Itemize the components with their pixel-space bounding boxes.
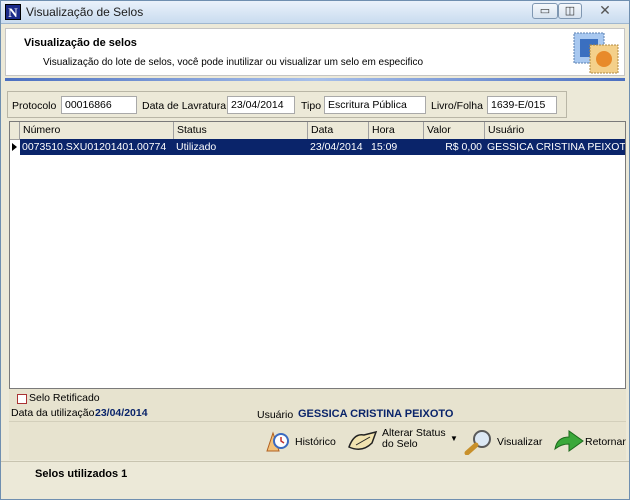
header-panel: Visualização de selos Visualização do lo… [5,28,625,76]
cell-numero[interactable]: 0073510.SXU01201401.00774 [20,139,174,155]
data-utilizacao-value: 23/04/2014 [95,407,148,419]
visualizar-button[interactable]: Visualizar [464,426,546,456]
cell-status[interactable]: Utilizado [174,139,308,155]
alterar-status-line2: do Selo [382,438,418,450]
header-subtitle: Visualização do lote de selos, você pode… [43,57,424,68]
header-separator [5,78,625,81]
selo-retificado-checkbox[interactable] [17,394,27,404]
usuario-label: Usuário [257,409,294,421]
data-lavratura-label: Data de Lavratura [142,100,227,112]
action-toolbar: Histórico Alterar Status do Selo ▼ Visua… [9,421,626,460]
col-usuario[interactable]: Usuário [485,122,625,139]
livro-folha-field[interactable]: 1639-E/015 [487,96,557,114]
alterar-status-icon [348,430,378,450]
visualizar-label: Visualizar [497,436,543,448]
cell-data[interactable]: 23/04/2014 [308,139,369,155]
selos-grid[interactable]: Número Status Data Hora Valor Usuário 00… [9,121,626,389]
protocol-fields: Protocolo 00016866 Data de Lavratura 23/… [7,91,567,118]
alterar-status-button[interactable]: Alterar Status do Selo ▼ [346,426,458,456]
col-status[interactable]: Status [174,122,308,139]
protocolo-field[interactable]: 00016866 [61,96,137,114]
protocolo-label: Protocolo [12,100,57,112]
magnifier-icon [464,430,491,455]
status-bar: Selos utilizados 1 [1,461,629,490]
cell-hora[interactable]: 15:09 [369,139,424,155]
stamps-icon [573,32,619,74]
maximize-button[interactable]: ◫ [558,3,582,19]
col-numero[interactable]: Número [20,122,174,139]
minimize-button[interactable]: ▭ [532,3,558,19]
retornar-label: Retornar [585,436,626,448]
selos-utilizados-count: Selos utilizados 1 [35,468,128,480]
historico-button[interactable]: Histórico [261,426,339,456]
main-window: N Visualização de Selos ▭ ◫ ✕ Visualizaç… [0,0,630,500]
cell-valor[interactable]: R$ 0,00 [424,139,485,155]
grid-header: Número Status Data Hora Valor Usuário [10,122,625,140]
col-hora[interactable]: Hora [369,122,424,139]
app-n-icon: N [5,4,21,20]
cell-usuario[interactable]: GESSICA CRISTINA PEIXOTO [485,139,625,155]
green-arrow-icon [554,430,584,452]
header-title: Visualização de selos [24,37,137,49]
chevron-down-icon[interactable]: ▼ [450,434,458,443]
data-lavratura-field[interactable]: 23/04/2014 [227,96,295,114]
historico-icon [266,431,289,452]
col-data[interactable]: Data [308,122,369,139]
details-panel: Selo Retificado Data da utilização 23/04… [9,389,626,421]
window-title: Visualização de Selos [26,5,144,19]
usuario-value: GESSICA CRISTINA PEIXOTO [298,408,454,420]
retornar-button[interactable]: Retornar [553,426,626,456]
table-row[interactable]: 0073510.SXU01201401.00774 Utilizado 23/0… [10,139,625,155]
col-valor[interactable]: Valor [424,122,485,139]
historico-label: Histórico [295,436,336,448]
tipo-label: Tipo [301,100,322,112]
close-button[interactable]: ✕ [586,3,624,19]
row-indicator-icon [12,143,17,151]
grid-indicator-header [10,122,20,139]
tipo-field[interactable]: Escritura Pública [324,96,426,114]
title-bar: N Visualização de Selos ▭ ◫ ✕ [1,1,629,24]
livro-folha-label: Livro/Folha [431,100,483,112]
data-utilizacao-label: Data da utilização [11,407,95,419]
selo-retificado-label: Selo Retificado [29,392,100,404]
